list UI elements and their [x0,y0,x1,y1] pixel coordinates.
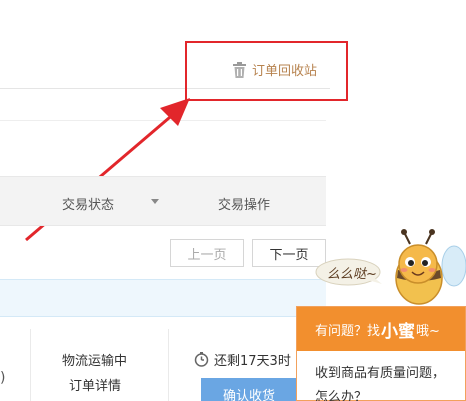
order-info-band [0,279,326,317]
help-question-line[interactable]: 怎么办？ [315,386,465,401]
help-widget[interactable]: 有问题？找 小蜜 哦~ 收到商品有质量问题， 怎么办？ [296,306,466,401]
help-header-suffix: 哦~ [416,323,440,339]
order-table-header: 交易状态 交易操作 [0,176,326,226]
bee-mascot-icon[interactable] [374,228,466,308]
column-divider [168,329,169,401]
section-divider [0,120,326,121]
truncated-paren-text: ) [0,370,6,386]
trade-status-header[interactable]: 交易状态 [62,194,114,213]
annotation-highlight-box [185,41,348,101]
help-widget-body[interactable]: 收到商品有质量问题， 怎么办？ [297,351,465,401]
time-remaining: 还剩17天3时 [194,350,291,369]
help-header-name: 小蜜 [381,321,416,342]
clock-icon [194,352,209,367]
help-header-prefix: 有问题？找 [315,323,381,339]
column-divider [30,329,31,401]
status-dropdown-caret-icon[interactable] [151,199,159,204]
time-remaining-text: 还剩17天3时 [214,354,291,369]
logistics-status: 物流运输中 [62,354,128,369]
help-widget-header[interactable]: 有问题？找 小蜜 哦~ [297,307,465,351]
trade-action-header: 交易操作 [218,198,271,213]
help-question-line[interactable]: 收到商品有质量问题， [315,362,465,386]
order-detail-link[interactable]: 订单详情 [69,375,121,394]
prev-page-button[interactable]: 上一页 [170,239,244,267]
confirm-receipt-button[interactable]: 确认收货 [201,378,297,401]
bubble-text: 么么哒~ [327,267,377,282]
